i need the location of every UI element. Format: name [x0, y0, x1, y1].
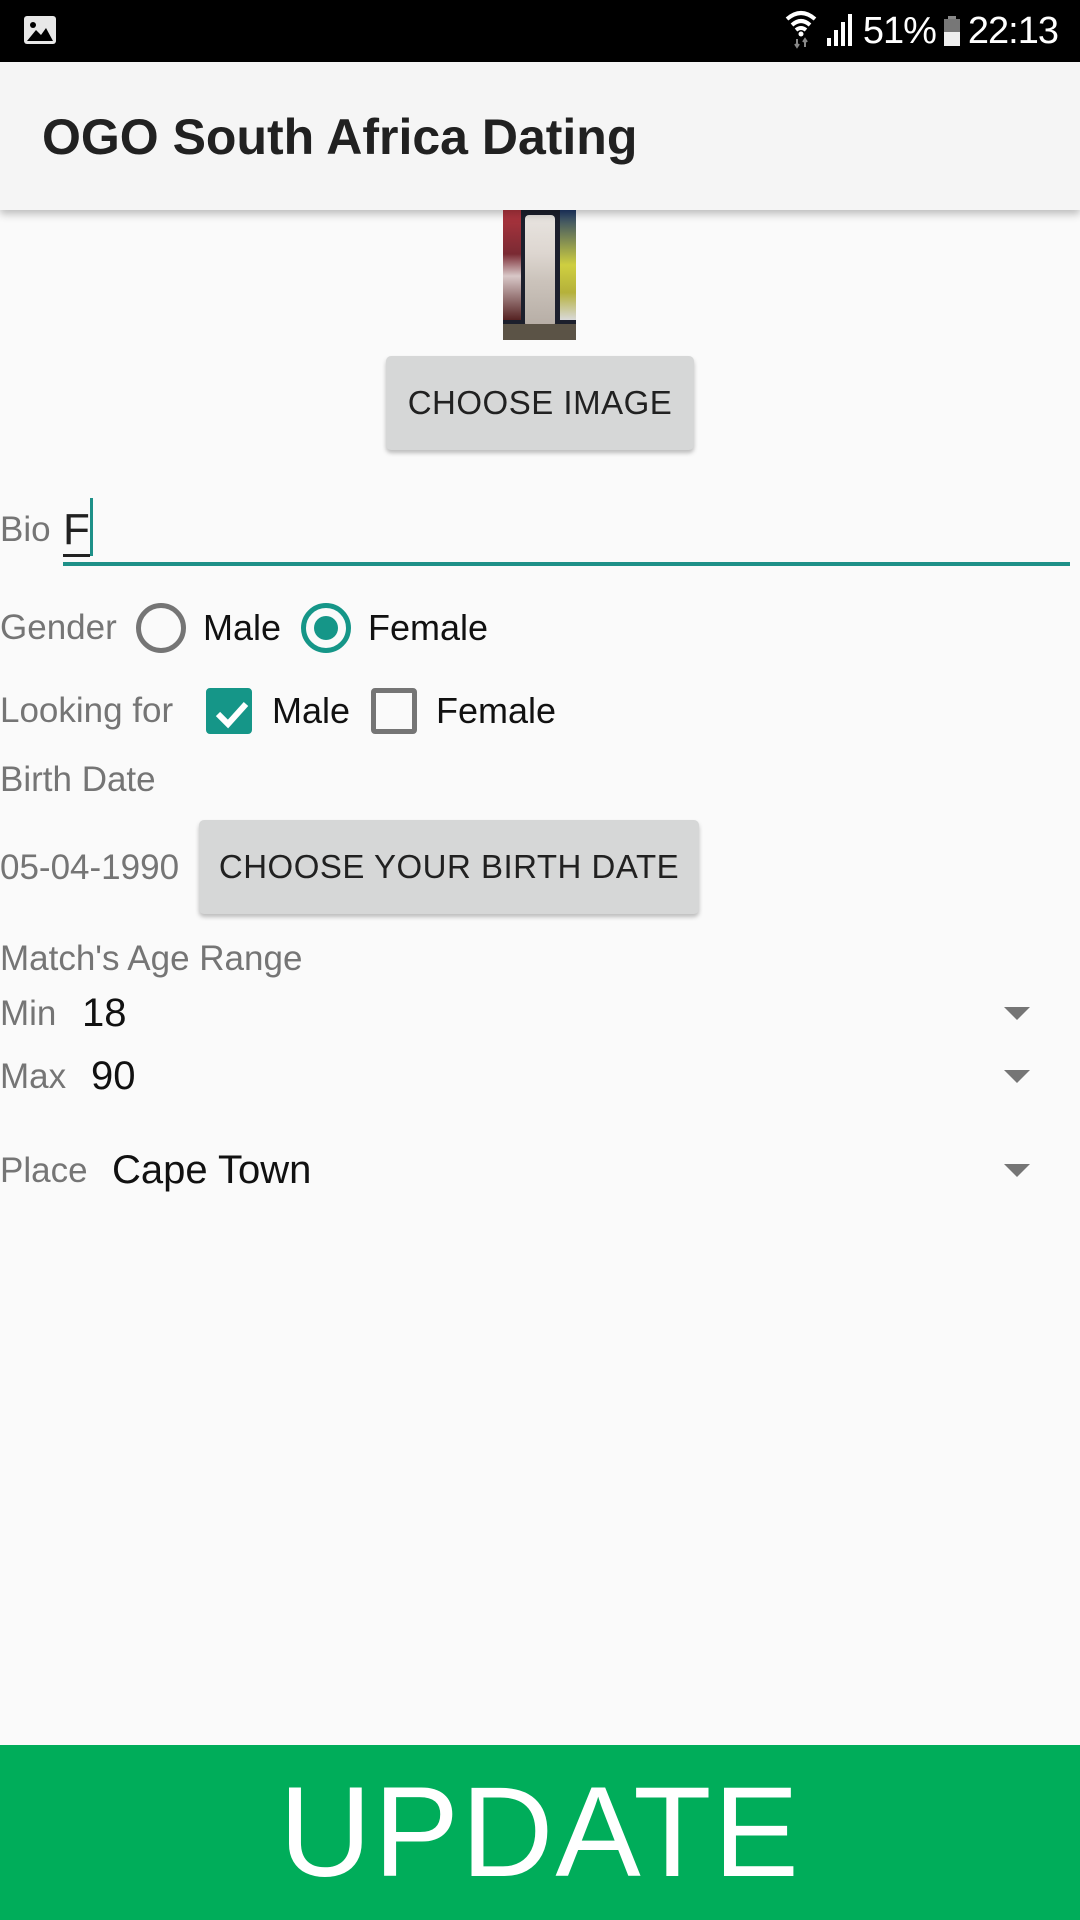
age-range-label: Match's Age Range	[0, 939, 303, 978]
bio-label: Bio	[0, 510, 51, 549]
app-bar: OGO South Africa Dating	[0, 62, 1080, 210]
wifi-icon	[785, 9, 817, 54]
max-age-label: Max	[0, 1057, 67, 1096]
profile-photo	[503, 210, 576, 340]
min-age-label: Min	[0, 994, 57, 1033]
choose-image-button[interactable]: CHOOSE IMAGE	[386, 356, 694, 450]
clock: 22:13	[967, 9, 1059, 52]
battery-percent: 51%	[862, 9, 937, 52]
looking-for-female-label[interactable]: Female	[436, 690, 556, 732]
status-indicators: 51% 22:13	[785, 8, 1059, 54]
status-bar: 51% 22:13	[0, 0, 1080, 62]
signal-icon	[825, 12, 855, 51]
gender-female-label[interactable]: Female	[368, 607, 488, 649]
choose-birth-date-button[interactable]: CHOOSE YOUR BIRTH DATE	[199, 820, 699, 914]
bio-input-value: F	[63, 506, 90, 557]
dropdown-arrow-icon	[1004, 1007, 1030, 1020]
looking-for-label: Looking for	[0, 691, 174, 730]
text-caret	[89, 498, 93, 556]
min-age-value: 18	[82, 991, 127, 1035]
gender-female-radio[interactable]	[301, 603, 351, 653]
update-button[interactable]: UPDATE	[0, 1745, 1080, 1920]
dropdown-arrow-icon	[1004, 1070, 1030, 1083]
gallery-icon	[24, 16, 56, 44]
app-title: OGO South Africa Dating	[42, 109, 638, 165]
checkmark-icon	[215, 701, 249, 729]
battery-icon	[943, 16, 960, 46]
gender-label: Gender	[0, 608, 117, 647]
gender-male-label[interactable]: Male	[203, 607, 281, 649]
looking-for-male-checkbox[interactable]	[206, 688, 252, 734]
looking-for-male-label[interactable]: Male	[272, 690, 350, 732]
birth-date-value: 05-04-1990	[0, 848, 180, 887]
place-spinner[interactable]: Place Cape Town	[0, 1142, 1080, 1202]
min-age-spinner[interactable]: Min 18	[0, 985, 1080, 1045]
birth-date-label: Birth Date	[0, 760, 156, 799]
gender-male-radio[interactable]	[136, 603, 186, 653]
dropdown-arrow-icon	[1004, 1164, 1030, 1177]
looking-for-female-checkbox[interactable]	[371, 688, 417, 734]
place-value: Cape Town	[112, 1148, 312, 1192]
place-label: Place	[0, 1151, 88, 1190]
bio-input[interactable]: F	[63, 490, 1070, 566]
max-age-spinner[interactable]: Max 90	[0, 1048, 1080, 1108]
max-age-value: 90	[91, 1054, 136, 1098]
